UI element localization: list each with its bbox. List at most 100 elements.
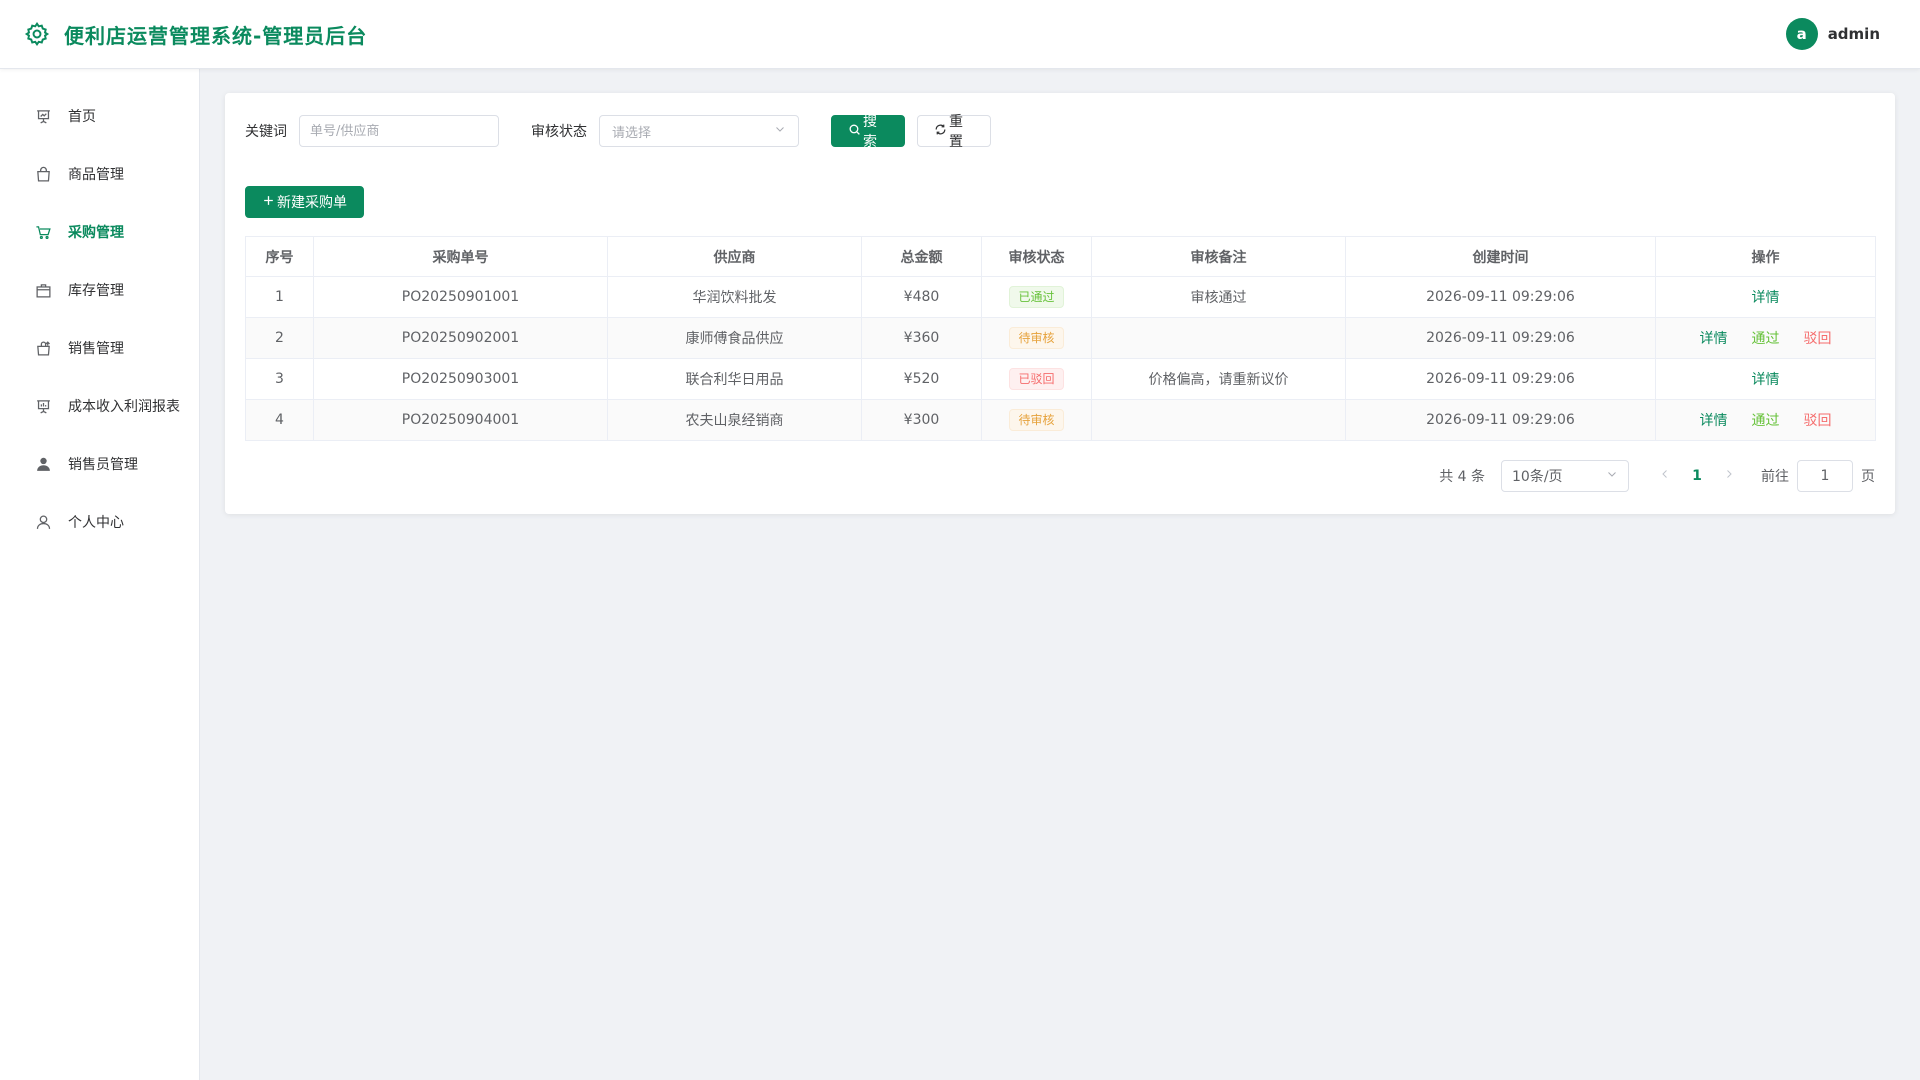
detail-link[interactable]: 详情: [1752, 290, 1780, 306]
status-badge: 已通过: [1009, 286, 1064, 308]
sell-bag-icon: [34, 339, 52, 357]
sidebar-item-sales[interactable]: 销售管理: [0, 319, 199, 377]
table-row: 4 PO20250904001 农夫山泉经销商 ¥300 待审核 2026-09…: [245, 399, 1876, 441]
user-outline-icon: [34, 513, 52, 531]
column-header: 操作: [1655, 236, 1876, 277]
reject-link[interactable]: 驳回: [1804, 413, 1832, 429]
column-header: 序号: [245, 236, 314, 277]
keyword-label: 关键词: [245, 124, 287, 140]
reset-button-label: 重置: [949, 114, 963, 150]
detail-link[interactable]: 详情: [1700, 331, 1728, 347]
sidebar-item-label: 商品管理: [68, 167, 124, 183]
created-time: 2026-09-11 09:29:06: [1345, 399, 1656, 441]
sidebar-item-label: 首页: [68, 109, 96, 125]
review-remark: [1091, 399, 1346, 441]
sidebar-item-salesperson[interactable]: 销售员管理: [0, 435, 199, 493]
report-board-icon: [34, 397, 52, 415]
prev-page-button[interactable]: [1649, 460, 1681, 492]
goto-label: 前往: [1761, 469, 1789, 485]
status-badge: 待审核: [1009, 409, 1064, 431]
review-remark: 审核通过: [1091, 276, 1346, 318]
column-header: 审核备注: [1091, 236, 1346, 277]
order-number: PO20250904001: [313, 399, 608, 441]
chevron-right-icon: [1723, 468, 1735, 484]
plus-icon: [262, 194, 277, 211]
user-filled-icon: [34, 455, 52, 473]
purchase-table: 序号 采购单号 供应商 总金额 审核状态 审核备注 创建时间 操作 1 PO20…: [245, 236, 1876, 441]
pagination: 共 4 条 10条/页 1 前往 1 页: [1439, 460, 1875, 492]
sidebar-item-profile[interactable]: 个人中心: [0, 493, 199, 551]
sidebar-item-label: 采购管理: [68, 225, 124, 241]
chevron-down-icon: [774, 123, 786, 139]
review-remark: [1091, 317, 1346, 359]
table-row: 2 PO20250902001 康师傅食品供应 ¥360 待审核 2026-09…: [245, 317, 1876, 359]
table-row: 3 PO20250903001 联合利华日用品 ¥520 已驳回 价格偏高，请重…: [245, 358, 1876, 400]
table-header-row: 序号 采购单号 供应商 总金额 审核状态 审核备注 创建时间 操作: [245, 236, 1876, 277]
supplier: 康师傅食品供应: [607, 317, 862, 359]
page-number[interactable]: 1: [1681, 460, 1713, 492]
keyword-input[interactable]: [299, 115, 499, 147]
shopping-bag-icon: [34, 165, 52, 183]
page-size-value: 10条/页: [1512, 469, 1563, 485]
new-purchase-order-label: 新建采购单: [277, 195, 347, 211]
row-index: 3: [245, 358, 314, 400]
total-amount: ¥300: [861, 399, 982, 441]
reset-button[interactable]: 重置: [917, 114, 991, 150]
search-icon: [848, 123, 863, 140]
review-remark: 价格偏高，请重新议价: [1091, 358, 1346, 400]
sidebar-item-label: 库存管理: [68, 283, 124, 299]
status-badge: 待审核: [1009, 327, 1064, 349]
chart-board-icon: [34, 107, 52, 125]
row-index: 1: [245, 276, 314, 318]
detail-link[interactable]: 详情: [1752, 372, 1780, 388]
column-header: 审核状态: [981, 236, 1092, 277]
top-header: 便利店运营管理系统-管理员后台 a admin: [0, 0, 1920, 69]
username[interactable]: admin: [1828, 25, 1880, 43]
column-header: 总金额: [861, 236, 982, 277]
sidebar-item-inventory[interactable]: 库存管理: [0, 261, 199, 319]
purchase-card: 关键词 审核状态 请选择 搜索 重置 新建采购单: [225, 93, 1895, 514]
refresh-icon: [934, 123, 949, 140]
filter-bar: 关键词 审核状态 请选择 搜索 重置: [245, 114, 991, 150]
column-header: 采购单号: [313, 236, 608, 277]
sidebar-item-products[interactable]: 商品管理: [0, 145, 199, 203]
detail-link[interactable]: 详情: [1700, 413, 1728, 429]
avatar[interactable]: a: [1785, 18, 1818, 50]
supplier: 联合利华日用品: [607, 358, 862, 400]
sidebar-item-report[interactable]: 成本收入利润报表: [0, 377, 199, 435]
gear-icon: [24, 20, 52, 48]
table-row: 1 PO20250901001 华润饮料批发 ¥480 已通过 审核通过 202…: [245, 276, 1876, 318]
search-button[interactable]: 搜索: [831, 114, 905, 150]
reject-link[interactable]: 驳回: [1804, 331, 1832, 347]
status-select[interactable]: 请选择: [599, 115, 799, 147]
row-index: 4: [245, 399, 314, 441]
sidebar-item-label: 成本收入利润报表: [68, 399, 180, 415]
created-time: 2026-09-11 09:29:06: [1345, 317, 1656, 359]
sidebar-item-label: 销售管理: [68, 341, 124, 357]
row-index: 2: [245, 317, 314, 359]
user-menu[interactable]: a admin: [1785, 18, 1880, 50]
supplier: 农夫山泉经销商: [607, 399, 862, 441]
status-label: 审核状态: [531, 124, 587, 140]
sidebar-item-label: 销售员管理: [68, 457, 138, 473]
order-number: PO20250903001: [313, 358, 608, 400]
approve-link[interactable]: 通过: [1752, 413, 1780, 429]
goto-page-input[interactable]: 1: [1797, 460, 1853, 492]
chevron-down-icon: [1606, 468, 1618, 484]
created-time: 2026-09-11 09:29:06: [1345, 358, 1656, 400]
sidebar-item-home[interactable]: 首页: [0, 87, 199, 145]
column-header: 供应商: [607, 236, 862, 277]
approve-link[interactable]: 通过: [1752, 331, 1780, 347]
next-page-button[interactable]: [1713, 460, 1745, 492]
status-badge: 已驳回: [1009, 368, 1064, 390]
sidebar: 首页 商品管理 采购管理 库存管理 销售管理 成本收入利润报表 销售员管理 个人…: [0, 69, 200, 1080]
created-time: 2026-09-11 09:29:06: [1345, 276, 1656, 318]
page-size-select[interactable]: 10条/页: [1501, 460, 1629, 492]
page-unit-label: 页: [1861, 469, 1875, 485]
new-purchase-order-button[interactable]: 新建采购单: [245, 186, 364, 218]
supplier: 华润饮料批发: [607, 276, 862, 318]
sidebar-item-purchase[interactable]: 采购管理: [0, 203, 199, 261]
sidebar-item-label: 个人中心: [68, 515, 124, 531]
column-header: 创建时间: [1345, 236, 1656, 277]
app-title: 便利店运营管理系统-管理员后台: [64, 23, 368, 48]
